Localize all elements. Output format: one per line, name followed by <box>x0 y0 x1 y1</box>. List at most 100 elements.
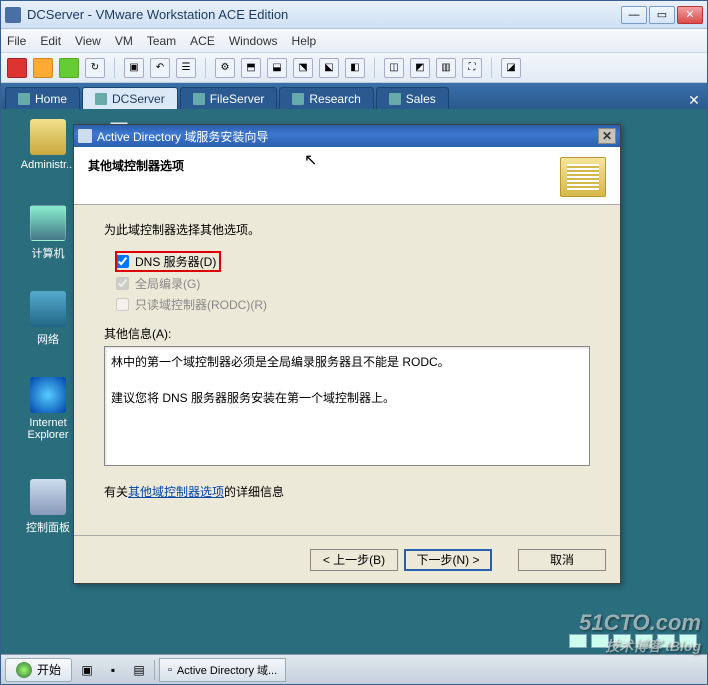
vmware-window: DCServer - VMware Workstation ACE Editio… <box>0 0 708 685</box>
quick-launch-cmd-icon[interactable]: ▪ <box>102 659 124 681</box>
toolbar-separator <box>491 58 492 78</box>
option-label: 全局编录(G) <box>135 275 200 292</box>
folder-icon <box>30 119 66 155</box>
info-label: 其他信息(A): <box>104 325 590 342</box>
wizard-intro-text: 为此域控制器选择其他选项。 <box>104 221 590 238</box>
ie-icon <box>30 377 66 413</box>
start-label: 开始 <box>37 661 61 678</box>
wizard-title: Active Directory 域服务安装向导 <box>97 128 598 145</box>
guest-desktop[interactable]: Administr... 计算机 网络 Internet Explorer 控制… <box>1 109 707 684</box>
toolbar-separator <box>374 58 375 78</box>
back-button[interactable]: < 上一步(B) <box>310 549 398 571</box>
toolbar-separator <box>114 58 115 78</box>
snapshot-icon[interactable]: ▣ <box>124 58 144 78</box>
pause-icon[interactable] <box>33 58 53 78</box>
menu-windows[interactable]: Windows <box>229 34 278 48</box>
vmware-menubar: File Edit View VM Team ACE Windows Help <box>1 29 707 53</box>
device-icon[interactable] <box>569 634 587 648</box>
device-icon[interactable] <box>613 634 631 648</box>
tab-label: Home <box>35 92 67 106</box>
quick-launch-explorer-icon[interactable]: ▤ <box>128 659 150 681</box>
wizard-header: 其他域控制器选项 ↖ <box>74 147 620 205</box>
vmware-app-icon <box>5 7 21 23</box>
wizard-titlebar[interactable]: Active Directory 域服务安装向导 ✕ <box>74 125 620 147</box>
dns-checkbox[interactable] <box>116 255 129 268</box>
device-icon[interactable] <box>679 634 697 648</box>
tool-icon[interactable]: ◩ <box>410 58 430 78</box>
cancel-button[interactable]: 取消 <box>518 549 606 571</box>
menu-ace[interactable]: ACE <box>190 34 215 48</box>
menu-view[interactable]: View <box>75 34 101 48</box>
tab-dcserver[interactable]: DCServer <box>82 87 178 109</box>
start-button[interactable]: 开始 <box>5 658 72 682</box>
home-icon <box>18 93 30 105</box>
vmware-toolbar: ↻ ▣ ↶ ☰ ⚙ ⬒ ⬓ ⬔ ⬕ ◧ ◫ ◩ ▥ ⛶ ◪ <box>1 53 707 83</box>
tool-icon[interactable]: ⬒ <box>241 58 261 78</box>
tab-label: DCServer <box>112 92 165 106</box>
tool-icon[interactable]: ◧ <box>345 58 365 78</box>
menu-team[interactable]: Team <box>147 34 176 48</box>
taskbar-button-ad-wizard[interactable]: ▫ Active Directory 域... <box>159 658 286 682</box>
close-button[interactable]: ✕ <box>677 6 703 24</box>
tab-label: FileServer <box>210 92 265 106</box>
menu-edit[interactable]: Edit <box>40 34 61 48</box>
control-panel-icon <box>30 479 66 515</box>
guest-taskbar: 开始 ▣ ▪ ▤ ▫ Active Directory 域... <box>1 654 707 684</box>
wizard-banner-icon <box>560 157 606 197</box>
wizard-app-icon <box>78 129 92 143</box>
play-icon[interactable] <box>59 58 79 78</box>
tab-research[interactable]: Research <box>279 87 373 109</box>
tool-icon[interactable]: ⬓ <box>267 58 287 78</box>
wizard-close-button[interactable]: ✕ <box>598 128 616 144</box>
wizard-heading: 其他域控制器选项 <box>88 157 560 174</box>
start-orb-icon <box>16 662 32 678</box>
help-link-line: 有关其他域控制器选项的详细信息 <box>104 483 590 500</box>
next-button[interactable]: 下一步(N) > <box>404 549 492 571</box>
vm-icon <box>193 93 205 105</box>
manage-snapshots-icon[interactable]: ☰ <box>176 58 196 78</box>
device-icon[interactable] <box>657 634 675 648</box>
vmware-device-status <box>569 634 697 648</box>
fullscreen-icon[interactable]: ⛶ <box>462 58 482 78</box>
option-label: DNS 服务器(D) <box>135 253 216 270</box>
link-suffix: 的详细信息 <box>224 485 284 499</box>
vmware-titlebar[interactable]: DCServer - VMware Workstation ACE Editio… <box>1 1 707 29</box>
task-label: Active Directory 域... <box>177 662 277 678</box>
tab-label: Sales <box>406 92 436 106</box>
ad-install-wizard: Active Directory 域服务安装向导 ✕ 其他域控制器选项 ↖ 为此… <box>73 124 621 584</box>
tool-icon[interactable]: ⬕ <box>319 58 339 78</box>
tab-sales[interactable]: Sales <box>376 87 449 109</box>
window-controls: — ▭ ✕ <box>621 6 703 24</box>
menu-file[interactable]: File <box>7 34 26 48</box>
sidebar-icon[interactable]: ◫ <box>384 58 404 78</box>
task-icon: ▫ <box>168 664 172 676</box>
stop-icon[interactable] <box>7 58 27 78</box>
maximize-button[interactable]: ▭ <box>649 6 675 24</box>
minimize-button[interactable]: — <box>621 6 647 24</box>
option-label: 只读域控制器(RODC)(R) <box>135 296 267 313</box>
help-link[interactable]: 其他域控制器选项 <box>128 485 224 499</box>
info-textbox[interactable] <box>104 346 590 466</box>
vm-icon <box>95 93 107 105</box>
option-dns-server[interactable]: DNS 服务器(D) <box>116 252 220 271</box>
tool-icon[interactable]: ▥ <box>436 58 456 78</box>
device-icon[interactable] <box>635 634 653 648</box>
unity-icon[interactable]: ◪ <box>501 58 521 78</box>
tab-close-icon[interactable]: ✕ <box>685 91 703 109</box>
vmware-tabs: Home DCServer FileServer Research Sales … <box>1 83 707 109</box>
revert-icon[interactable]: ↶ <box>150 58 170 78</box>
vmware-title: DCServer - VMware Workstation ACE Editio… <box>27 7 621 22</box>
tool-icon[interactable]: ⚙ <box>215 58 235 78</box>
toolbar-separator <box>205 58 206 78</box>
rodc-checkbox <box>116 298 129 311</box>
menu-help[interactable]: Help <box>292 34 317 48</box>
device-icon[interactable] <box>591 634 609 648</box>
quick-launch-server-manager-icon[interactable]: ▣ <box>76 659 98 681</box>
reset-icon[interactable]: ↻ <box>85 58 105 78</box>
tab-home[interactable]: Home <box>5 87 80 109</box>
vm-icon <box>292 93 304 105</box>
menu-vm[interactable]: VM <box>115 34 133 48</box>
tool-icon[interactable]: ⬔ <box>293 58 313 78</box>
network-icon <box>30 291 66 327</box>
tab-fileserver[interactable]: FileServer <box>180 87 278 109</box>
